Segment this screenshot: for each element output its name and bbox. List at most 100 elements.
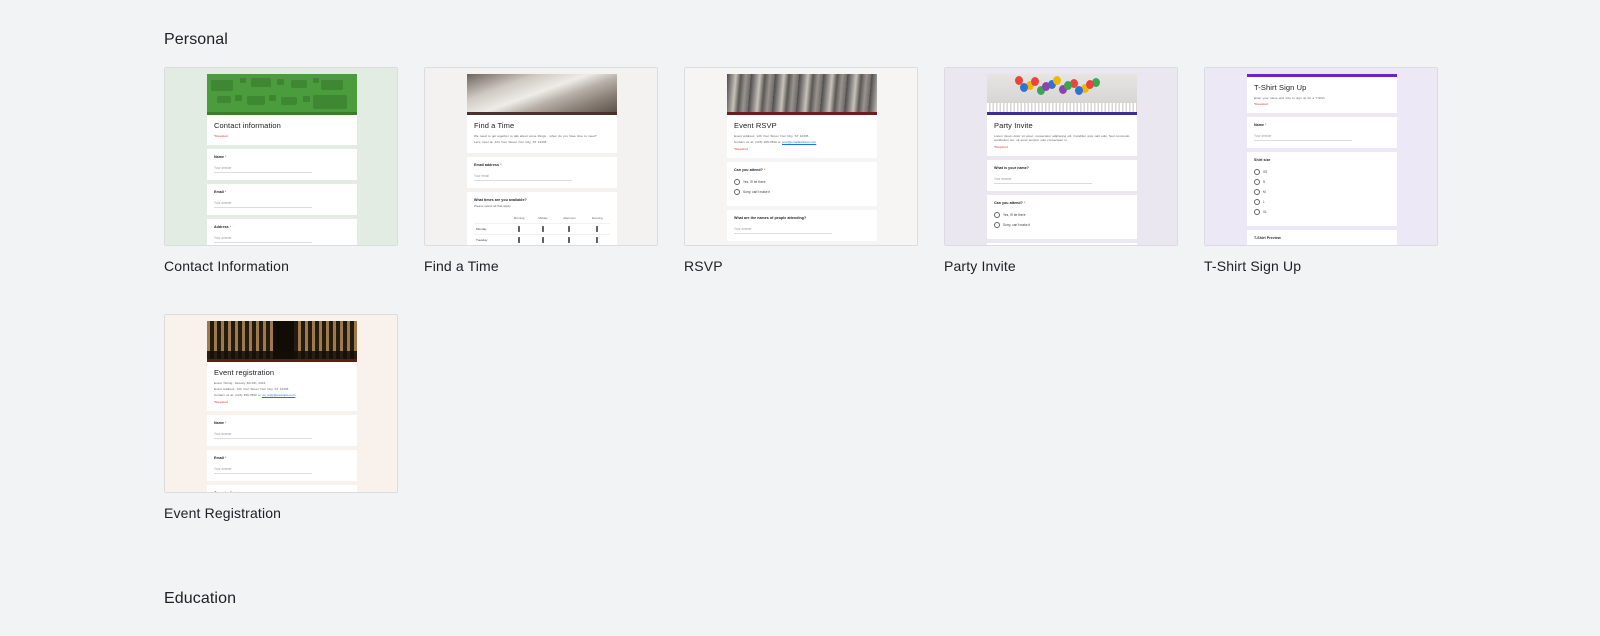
answer-placeholder[interactable]: Your email [474, 174, 572, 182]
template-preview: Find a Time We need to get together to ta… [425, 68, 657, 245]
grid-cell[interactable] [554, 234, 585, 245]
checkbox-icon[interactable] [568, 226, 571, 233]
template-card-event-registration[interactable]: Event registration Event Timing: January … [164, 314, 400, 521]
checkbox-icon[interactable] [518, 226, 521, 233]
form-question[interactable]: How many of you are attending?Your answe… [987, 243, 1137, 245]
grid-cell[interactable] [531, 234, 555, 245]
form-question[interactable]: Email address * Your email [467, 157, 617, 189]
template-description-line: Enter your name and size to sign up for … [1254, 95, 1326, 100]
template-card-find-a-time[interactable]: Find a Time We need to get together to ta… [424, 67, 660, 274]
grid-row[interactable]: Tuesday [474, 234, 610, 245]
checkbox-icon[interactable] [518, 237, 521, 244]
radio-button-icon[interactable] [1254, 169, 1260, 176]
radio-option[interactable]: M [1254, 189, 1390, 196]
radio-option[interactable]: Sorry, can't make it [994, 222, 1130, 229]
radio-option[interactable]: Yes, I'll be there [994, 212, 1130, 219]
template-title-label: Contact Information [164, 258, 290, 274]
required-asterisk: * [763, 167, 766, 172]
checkbox-icon[interactable] [542, 237, 545, 244]
question-sublabel: Please select all that apply. [474, 204, 512, 209]
answer-placeholder[interactable]: Your answer [214, 236, 312, 243]
form-question[interactable]: Can you attend? * Yes, I'll be there Sorry… [727, 161, 877, 206]
contact-email-link[interactable]: no_reply@example.com [262, 393, 295, 397]
grid-cell[interactable] [506, 223, 532, 235]
template-card-contact-information[interactable]: Contact information *Required Name * Your a… [164, 67, 400, 274]
form-question[interactable]: Name * Your answer [1247, 117, 1397, 149]
radio-button-icon[interactable] [734, 188, 740, 195]
template-thumbnail[interactable]: T-Shirt Sign Up Enter your name and size … [1204, 67, 1438, 246]
radio-option[interactable]: S [1254, 179, 1390, 186]
grid-cell[interactable] [584, 234, 610, 245]
template-card-t-shirt-sign-up[interactable]: T-Shirt Sign Up Enter your name and size … [1204, 67, 1440, 274]
form-question[interactable]: Name * Your answer [207, 148, 357, 180]
radio-button-icon[interactable] [734, 178, 740, 185]
template-title-label: Event Registration [164, 505, 282, 521]
radio-button-icon[interactable] [994, 212, 1000, 219]
option-label: Sorry, can't make it [743, 189, 770, 194]
template-title-label: Find a Time [424, 258, 499, 274]
radio-button-icon[interactable] [1254, 209, 1260, 216]
answer-placeholder[interactable]: Your answer [214, 432, 312, 439]
contact-email-link[interactable]: your@emailaddress.com [782, 140, 816, 144]
form-header-card: Party Invite Lorem ipsum dolor sit amet, … [987, 112, 1137, 157]
template-preview: T-Shirt Sign Up Enter your name and size … [1205, 68, 1437, 245]
form-question[interactable]: What is your name? Your answer [987, 160, 1137, 192]
question-label: Name * [1254, 123, 1267, 128]
question-label: Name * [214, 420, 227, 425]
radio-option[interactable]: XL [1254, 209, 1390, 216]
template-thumbnail[interactable]: Event RSVP Event Address: 123 Your Street… [684, 67, 918, 246]
question-label: Organization * [214, 490, 240, 493]
radio-option[interactable]: Sorry, can't make it [734, 188, 870, 195]
radio-option[interactable]: Yes, I'll be there [734, 178, 870, 185]
answer-placeholder[interactable]: Your answer [214, 467, 312, 474]
radio-button-icon[interactable] [1254, 179, 1260, 186]
required-note: *Required [1254, 102, 1268, 107]
template-banner-image [727, 74, 877, 112]
checkbox-icon[interactable] [568, 237, 571, 244]
template-thumbnail[interactable]: Event registration Event Timing: January … [164, 314, 398, 493]
radio-button-icon[interactable] [994, 222, 1000, 229]
grid-cell[interactable] [554, 223, 585, 235]
grid-cell[interactable] [506, 234, 532, 245]
answer-placeholder[interactable]: Your answer [1254, 134, 1352, 142]
radio-button-icon[interactable] [1254, 189, 1260, 196]
template-thumbnail[interactable]: Find a Time We need to get together to ta… [424, 67, 658, 246]
template-description-line: We need to get together to talk about so… [474, 133, 597, 138]
form-question[interactable]: Can you attend? * Yes, I'll be there Sorry… [987, 195, 1137, 240]
grid-cell[interactable] [531, 223, 555, 235]
template-card-rsvp[interactable]: Event RSVP Event Address: 123 Your Street… [684, 67, 920, 274]
template-title-label: RSVP [684, 258, 723, 274]
form-question[interactable]: What times are you available? Please sele… [467, 192, 617, 245]
grid-column-header: Afternoon [563, 216, 576, 221]
radio-option[interactable]: XS [1254, 169, 1390, 176]
radio-button-icon[interactable] [1254, 199, 1260, 206]
mini-form-page: Contact information *Required Name * Your a… [207, 74, 357, 245]
form-question[interactable]: Email * Your answer [207, 449, 357, 481]
checkbox-icon[interactable] [596, 237, 599, 244]
form-question[interactable]: Shirt size XS S M L XL [1247, 152, 1397, 227]
radio-option[interactable]: L [1254, 199, 1390, 206]
option-label: Yes, I'll be there [743, 179, 766, 184]
form-question[interactable]: Name * Your answer [207, 414, 357, 446]
form-question[interactable]: How did you hear about this event?Your a… [727, 244, 877, 245]
answer-placeholder[interactable]: Your answer [214, 201, 312, 208]
answer-placeholder[interactable]: Your answer [214, 166, 312, 173]
grid-row-label: Tuesday [474, 234, 507, 245]
template-thumbnail[interactable]: Party Invite Lorem ipsum dolor sit amet, … [944, 67, 1178, 246]
form-question[interactable]: Organization *Your answer [207, 484, 357, 493]
grid-cell[interactable] [584, 223, 610, 235]
grid-row[interactable]: Monday [474, 223, 610, 235]
answer-placeholder[interactable]: Your answer [734, 227, 832, 234]
checkbox-grid[interactable]: Morning Midday Afternoon Evening Monday Tuesd… [474, 214, 610, 245]
template-card-party-invite[interactable]: Party Invite Lorem ipsum dolor sit amet, … [944, 67, 1180, 274]
form-question[interactable]: Address * Your answer [207, 218, 357, 245]
required-note: *Required [214, 399, 228, 404]
template-thumbnail[interactable]: Contact information *Required Name * Your a… [164, 67, 398, 246]
checkbox-icon[interactable] [542, 226, 545, 233]
template-description-line: Event Address: 123 Your Street Your City… [734, 133, 809, 138]
form-question[interactable]: What are the names of people attending? Y… [727, 209, 877, 241]
form-question[interactable]: Email * Your answer [207, 183, 357, 215]
answer-placeholder[interactable]: Your answer [994, 177, 1092, 185]
checkbox-icon[interactable] [596, 226, 599, 233]
template-preview: Contact information *Required Name * Your a… [165, 68, 397, 245]
